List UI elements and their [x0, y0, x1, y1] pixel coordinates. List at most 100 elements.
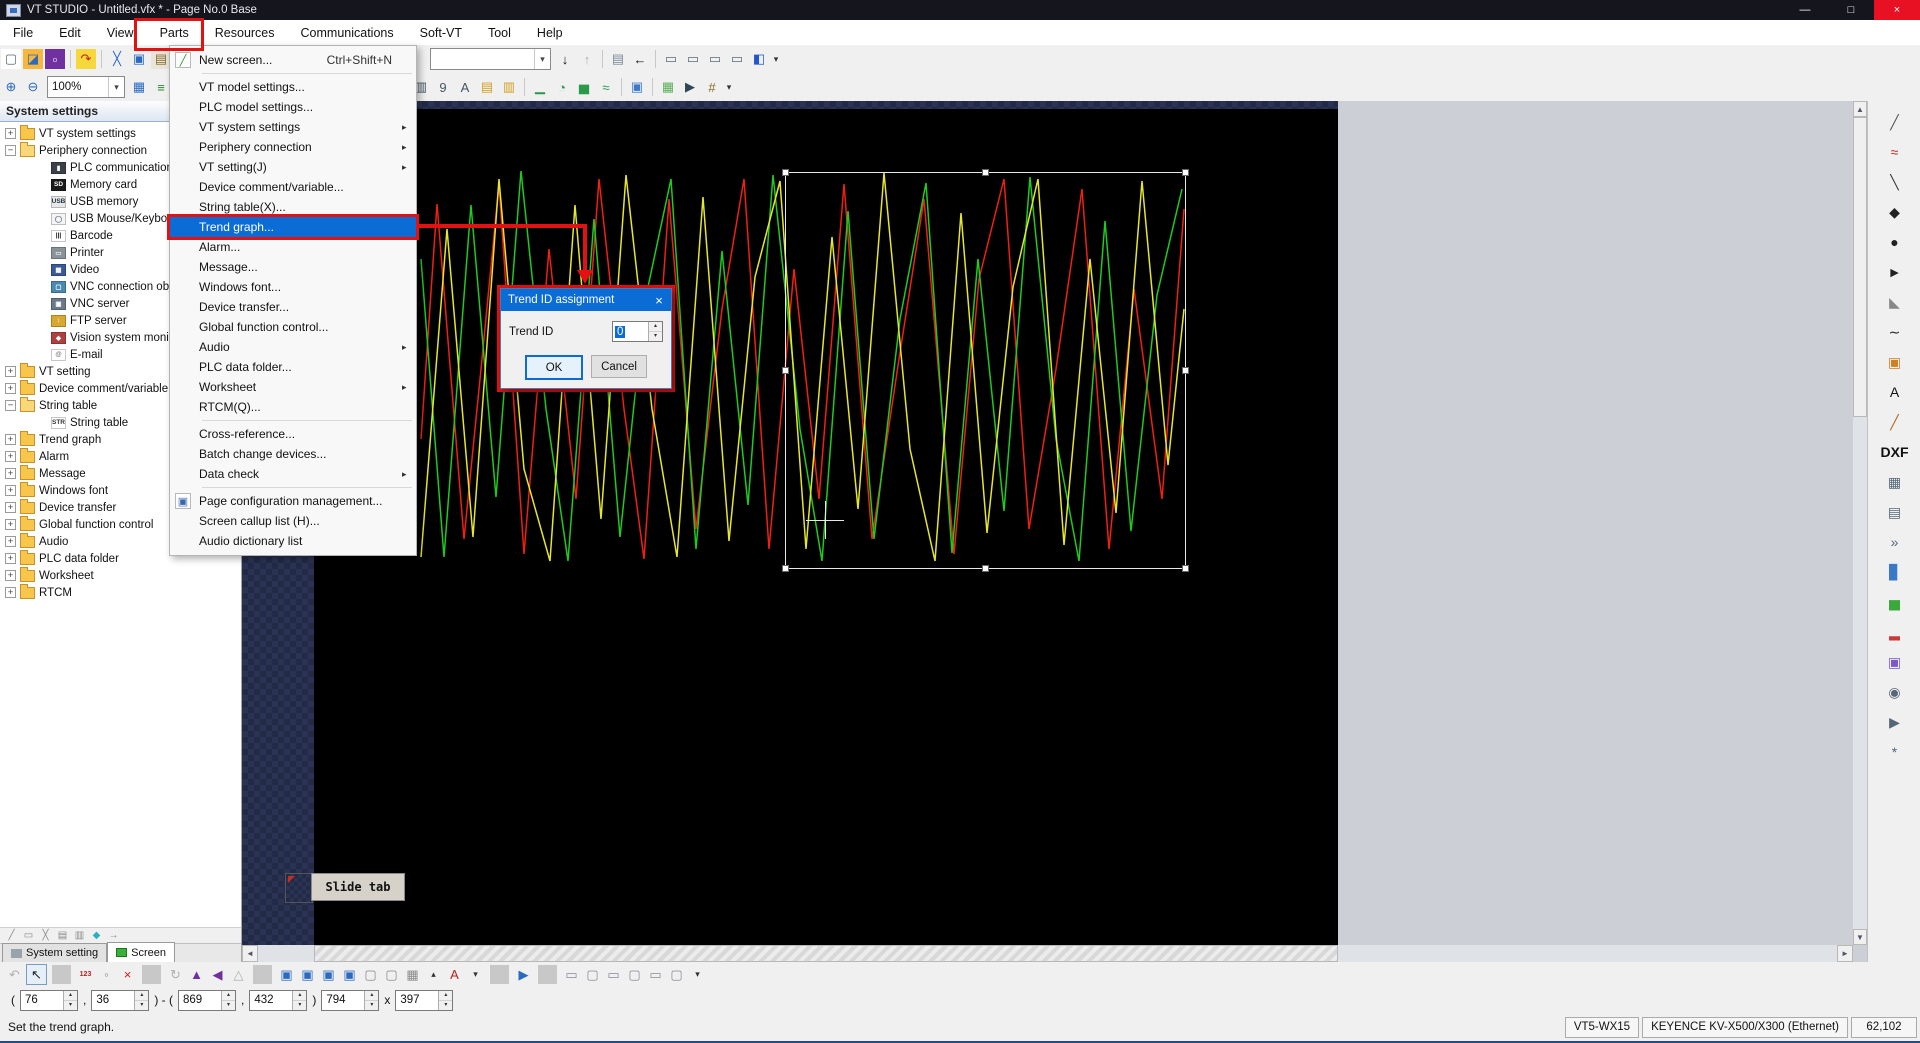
menu-item-plc-data-folder[interactable]: PLC data folder...	[170, 357, 416, 377]
graph-part-icon[interactable]	[530, 77, 550, 97]
menu-help[interactable]: Help	[524, 20, 576, 45]
combo-arrow-icon[interactable]: ▾	[108, 77, 124, 97]
pointer-icon[interactable]	[26, 964, 47, 985]
menu-item-audio[interactable]: Audio	[170, 337, 416, 357]
arrow-part-icon[interactable]	[1882, 260, 1908, 284]
chart-red-icon[interactable]	[1882, 620, 1908, 644]
menu-item-vt-setting-j[interactable]: VT setting(J)	[170, 157, 416, 177]
menu-item-audio-dictionary-list[interactable]: Audio dictionary list	[170, 531, 416, 551]
tree-expander-icon[interactable]: +	[5, 485, 16, 496]
spline-icon[interactable]	[1882, 320, 1908, 344]
selection-handle[interactable]	[982, 169, 989, 176]
tree-expander-icon[interactable]: +	[5, 366, 16, 377]
menu-item-data-check[interactable]: Data check	[170, 464, 416, 484]
coordinate-input[interactable]: 397 ▴▾	[395, 990, 453, 1011]
dxf-icon[interactable]	[1882, 440, 1908, 464]
tree-expander-icon[interactable]: +	[5, 587, 16, 598]
fill-color-icon[interactable]	[749, 49, 769, 69]
chart-blue-icon[interactable]	[1882, 560, 1908, 584]
menu-item-global-function-control[interactable]: Global function control...	[170, 317, 416, 337]
coordinate-input[interactable]: 432 ▴▾	[249, 990, 307, 1011]
text-part-icon[interactable]	[455, 77, 475, 97]
tree-item-rtcm[interactable]: + RTCM	[0, 584, 241, 601]
close-button[interactable]: ×	[1874, 0, 1920, 20]
coordinate-input[interactable]: 76 ▴▾	[20, 990, 78, 1011]
panel-diamond-icon[interactable]	[89, 929, 104, 943]
menu-tool[interactable]: Tool	[475, 20, 524, 45]
export-icon[interactable]	[76, 49, 96, 69]
menu-item-batch-change-devices[interactable]: Batch change devices...	[170, 444, 416, 464]
grid-icon[interactable]	[129, 77, 149, 97]
transform1-icon[interactable]	[562, 965, 581, 984]
polygon-icon[interactable]	[1882, 200, 1908, 224]
spinner-icon[interactable]: ▴▾	[134, 991, 148, 1010]
object-filter-combo[interactable]: ▾	[430, 48, 551, 70]
panel-pencil-icon[interactable]	[4, 929, 19, 943]
group-caret[interactable]	[424, 965, 443, 984]
frame-select1-icon[interactable]	[361, 965, 380, 984]
movie-icon[interactable]	[1882, 710, 1908, 734]
ok-button[interactable]: OK	[525, 355, 583, 380]
panel-frame-icon[interactable]	[21, 929, 36, 943]
copy-icon[interactable]	[129, 49, 149, 69]
selection-handle[interactable]	[1182, 169, 1189, 176]
prev-select-icon[interactable]	[5, 965, 24, 984]
snap-icon[interactable]	[151, 77, 171, 97]
transform2-icon[interactable]	[583, 965, 602, 984]
window-part-icon[interactable]	[627, 77, 647, 97]
transform4-icon[interactable]	[625, 965, 644, 984]
layer-back-icon[interactable]	[683, 49, 703, 69]
pen-tool-icon[interactable]	[1882, 410, 1908, 434]
vertical-scroll-thumb[interactable]	[1853, 117, 1867, 417]
maximize-button[interactable]: □	[1828, 0, 1874, 20]
setsquare-icon[interactable]	[1882, 290, 1908, 314]
menu-item-message[interactable]: Message...	[170, 257, 416, 277]
flip-horizontal-icon[interactable]	[208, 965, 227, 984]
spinner-icon[interactable]: ▴▾	[364, 991, 378, 1010]
text-tool-icon[interactable]	[1882, 380, 1908, 404]
chart-green-icon[interactable]	[1882, 590, 1908, 614]
spinner-icon[interactable]: ▴▾	[648, 322, 662, 341]
document-part-icon[interactable]	[477, 77, 497, 97]
menu-parts[interactable]: Parts	[147, 20, 202, 45]
open-file-icon[interactable]	[23, 49, 43, 69]
tree-expander-icon[interactable]: −	[5, 145, 16, 156]
image-tool-icon[interactable]	[1882, 650, 1908, 674]
slide-thumbnail[interactable]	[285, 873, 313, 903]
menu-communications[interactable]: Communications	[288, 20, 407, 45]
jump-icon[interactable]	[514, 965, 533, 984]
transform5-icon[interactable]	[646, 965, 665, 984]
dialog-close-icon[interactable]: ×	[647, 289, 671, 311]
menu-item-plc-model-settings[interactable]: PLC model settings...	[170, 97, 416, 117]
transform-caret[interactable]	[688, 965, 707, 984]
tree-expander-icon[interactable]: +	[5, 502, 16, 513]
move-up-icon[interactable]	[577, 49, 597, 69]
misc-tool-icon[interactable]	[1882, 740, 1908, 764]
spinner-icon[interactable]: ▴▾	[63, 991, 77, 1010]
menu-edit[interactable]: Edit	[46, 20, 94, 45]
menu-item-vt-system-settings[interactable]: VT system settings	[170, 117, 416, 137]
menu-soft-vt[interactable]: Soft-VT	[407, 20, 475, 45]
parts-box-icon[interactable]	[1882, 350, 1908, 374]
menu-item-cross-reference[interactable]: Cross-reference...	[170, 424, 416, 444]
panel-paste-icon[interactable]	[72, 929, 87, 943]
slide-tab[interactable]: Slide tab	[311, 873, 405, 901]
trend-line-icon[interactable]	[1882, 140, 1908, 164]
menu-item-vt-model-settings[interactable]: VT model settings...	[170, 77, 416, 97]
minimize-button[interactable]: —	[1782, 0, 1828, 20]
numeric-part-icon[interactable]	[433, 77, 453, 97]
tree-expander-icon[interactable]: +	[5, 570, 16, 581]
font-change-icon[interactable]	[445, 965, 464, 984]
horizontal-scroll-thumb[interactable]	[314, 945, 1338, 962]
panel-copy-icon[interactable]	[55, 929, 70, 943]
menu-view[interactable]: View	[94, 20, 147, 45]
tree-expander-icon[interactable]: +	[5, 451, 16, 462]
parts-caret[interactable]	[724, 77, 734, 97]
scroll-up-icon[interactable]: ▲	[1853, 101, 1867, 117]
chevron-right-icon[interactable]	[1882, 530, 1908, 554]
menu-item-screen-callup-list[interactable]: Screen callup list (H)...	[170, 511, 416, 531]
flip-vertical-icon[interactable]	[187, 965, 206, 984]
fill-color-caret[interactable]	[771, 49, 781, 69]
pencil-icon[interactable]	[1882, 110, 1908, 134]
order-front-icon[interactable]	[277, 965, 296, 984]
